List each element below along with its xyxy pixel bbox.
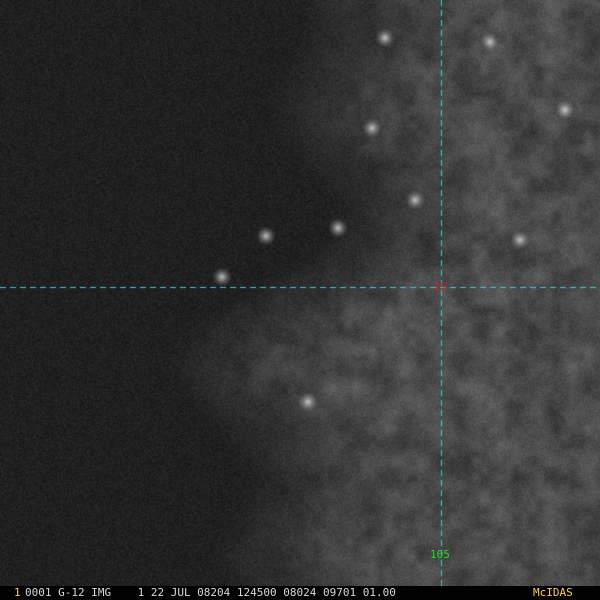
satellite-image-viewer: 15 105 1 0001 G-12 IMG 1 22 JUL 08204 12… bbox=[0, 0, 600, 600]
status-bar: 1 0001 G-12 IMG 1 22 JUL 08204 124500 08… bbox=[0, 586, 600, 600]
frame-number: 1 bbox=[14, 586, 21, 599]
satellite-imagery bbox=[0, 0, 600, 586]
longitude-grid-label: 105 bbox=[430, 548, 450, 561]
software-label: McIDAS bbox=[533, 586, 573, 599]
latitude-grid-label: 15 bbox=[433, 280, 447, 293]
image-info-text: 0001 G-12 IMG 1 22 JUL 08204 124500 0802… bbox=[25, 586, 396, 599]
